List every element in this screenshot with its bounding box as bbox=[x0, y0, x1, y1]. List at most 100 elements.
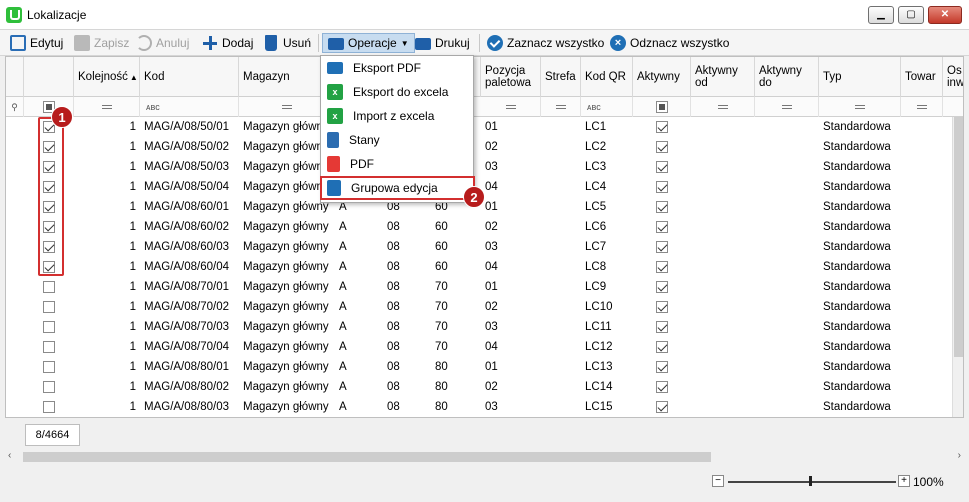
col-active-to[interactable]: Aktywny do bbox=[755, 57, 819, 97]
row-checkbox[interactable] bbox=[43, 401, 55, 413]
table-row[interactable]: 1 MAG/A/08/60/04 Magazyn główny A 08 60 04 LC8 S… bbox=[6, 257, 963, 277]
menu-item-pdf[interactable]: PDF bbox=[321, 152, 473, 176]
table-row[interactable]: 1 MAG/A/08/70/03 Magazyn główny A 08 70 03 LC11… bbox=[6, 317, 963, 337]
filter-product[interactable] bbox=[901, 97, 943, 117]
grid-header: Kolejność ▲ Kod Magazyn Pozycja paletowa … bbox=[6, 57, 963, 97]
filter-qr[interactable]: ᴀʙc bbox=[581, 97, 633, 117]
close-button[interactable]: ✕ bbox=[928, 6, 962, 24]
row-checkbox[interactable] bbox=[43, 361, 55, 373]
active-checkbox[interactable] bbox=[656, 361, 668, 373]
vertical-scrollbar[interactable] bbox=[952, 117, 963, 417]
select-all-button[interactable]: Zaznacz wszystko bbox=[487, 33, 604, 53]
cell-code: MAG/A/08/70/01 bbox=[144, 281, 230, 293]
minimize-button[interactable]: ▁ bbox=[868, 6, 894, 24]
print-button[interactable]: Drukuj bbox=[415, 33, 470, 53]
step-badge-1: 1 bbox=[51, 106, 73, 128]
cell-order: 1 bbox=[129, 261, 136, 273]
edit-button[interactable]: Edytuj bbox=[10, 33, 63, 53]
filter-pallet[interactable] bbox=[481, 97, 541, 117]
filter-active-to[interactable] bbox=[755, 97, 819, 117]
filter-order[interactable] bbox=[74, 97, 140, 117]
table-row[interactable]: 1 MAG/A/08/60/03 Magazyn główny A 08 60 03 LC7 S… bbox=[6, 237, 963, 257]
active-checkbox[interactable] bbox=[656, 261, 668, 273]
zoom-track[interactable] bbox=[728, 481, 896, 483]
add-button[interactable]: Dodaj bbox=[202, 33, 253, 53]
table-row[interactable]: 1 MAG/A/08/70/02 Magazyn główny A 08 70 02 LC10… bbox=[6, 297, 963, 317]
zoom-thumb[interactable] bbox=[809, 476, 812, 486]
scroll-thumb[interactable] bbox=[954, 117, 963, 357]
filter-type[interactable] bbox=[819, 97, 901, 117]
grid-footer: 8/4664 bbox=[5, 418, 964, 454]
col-zone[interactable]: Strefa bbox=[541, 57, 581, 97]
filter-active-from[interactable] bbox=[691, 97, 755, 117]
zoom-in-button[interactable]: + bbox=[898, 475, 910, 487]
scroll-left-icon[interactable]: ‹ bbox=[8, 450, 11, 461]
active-checkbox[interactable] bbox=[656, 121, 668, 133]
cell-type: Standardowa bbox=[823, 381, 891, 393]
menu-item-export-excel[interactable]: x Eksport do excela bbox=[321, 80, 473, 104]
app-icon bbox=[6, 7, 22, 23]
col-pallet[interactable]: Pozycja paletowa bbox=[481, 57, 541, 97]
zoom-out-button[interactable]: − bbox=[712, 475, 724, 487]
active-checkbox[interactable] bbox=[656, 201, 668, 213]
table-row[interactable]: 1 MAG/A/08/80/02 Magazyn główny A 08 80 02 LC14… bbox=[6, 377, 963, 397]
active-checkbox[interactable] bbox=[656, 281, 668, 293]
active-checkbox[interactable] bbox=[656, 401, 668, 413]
menu-item-import-excel[interactable]: x Import z excela bbox=[321, 104, 473, 128]
row-checkbox[interactable] bbox=[43, 301, 55, 313]
operations-button[interactable]: Operacje ▼ bbox=[322, 33, 415, 53]
col-qr[interactable]: Kod QR bbox=[581, 57, 633, 97]
col-order[interactable]: Kolejność ▲ bbox=[74, 57, 140, 97]
active-checkbox[interactable] bbox=[656, 161, 668, 173]
table-row[interactable]: 1 MAG/A/08/50/02 Magazyn główny 02 LC2 Standa… bbox=[6, 137, 963, 157]
cell-type: Standardowa bbox=[823, 181, 891, 193]
active-checkbox[interactable] bbox=[656, 381, 668, 393]
maximize-button[interactable]: ▢ bbox=[898, 6, 924, 24]
save-button[interactable]: Zapisz bbox=[74, 33, 129, 53]
menu-item-stock[interactable]: Stany bbox=[321, 128, 473, 152]
col-active[interactable]: Aktywny bbox=[633, 57, 691, 97]
delete-button[interactable]: Usuń bbox=[263, 33, 311, 53]
row-checkbox[interactable] bbox=[43, 381, 55, 393]
scroll-right-icon[interactable]: › bbox=[958, 450, 961, 461]
active-checkbox[interactable] bbox=[656, 241, 668, 253]
active-checkbox[interactable] bbox=[656, 181, 668, 193]
horizontal-scrollbar[interactable]: ‹ › bbox=[5, 450, 964, 464]
table-row[interactable]: 1 MAG/A/08/80/01 Magazyn główny A 08 80 01 LC13… bbox=[6, 357, 963, 377]
filter-code[interactable]: ᴀʙc bbox=[140, 97, 239, 117]
equals-icon bbox=[717, 105, 728, 109]
active-checkbox[interactable] bbox=[656, 341, 668, 353]
hscroll-thumb[interactable] bbox=[23, 452, 711, 462]
row-checkbox[interactable] bbox=[43, 341, 55, 353]
active-checkbox[interactable] bbox=[656, 141, 668, 153]
table-row[interactable]: 1 MAG/A/08/70/01 Magazyn główny A 08 70 01 LC9 S… bbox=[6, 277, 963, 297]
active-checkbox[interactable] bbox=[656, 221, 668, 233]
cell-c3: 70 bbox=[435, 341, 448, 353]
table-row[interactable]: 1 MAG/A/08/50/03 Magazyn główny 03 LC3 Standa… bbox=[6, 157, 963, 177]
folder-icon bbox=[328, 38, 344, 50]
row-checkbox[interactable] bbox=[43, 321, 55, 333]
active-checkbox[interactable] bbox=[656, 321, 668, 333]
filter-active-checkbox[interactable] bbox=[655, 101, 668, 113]
table-row[interactable]: 1 MAG/A/08/50/01 Magazyn główny 01 LC1 Standa… bbox=[6, 117, 963, 137]
row-checkbox[interactable] bbox=[43, 281, 55, 293]
col-active-from[interactable]: Aktywny od bbox=[691, 57, 755, 97]
table-row[interactable]: 1 MAG/A/08/80/03 Magazyn główny A 08 80 03 LC15… bbox=[6, 397, 963, 417]
deselect-all-button[interactable]: × Odznacz wszystko bbox=[610, 33, 729, 53]
cell-qr: LC11 bbox=[585, 321, 612, 333]
cell-code: MAG/A/08/60/01 bbox=[144, 201, 230, 213]
cancel-button[interactable]: Anuluj bbox=[136, 33, 189, 53]
col-code[interactable]: Kod bbox=[140, 57, 239, 97]
menu-item-export-pdf[interactable]: Eksport PDF bbox=[321, 56, 473, 80]
filter-zone[interactable] bbox=[541, 97, 581, 117]
table-row[interactable]: 1 MAG/A/08/60/02 Magazyn główny A 08 60 02 LC6 S… bbox=[6, 217, 963, 237]
save-icon bbox=[74, 35, 90, 51]
cell-code: MAG/A/08/50/02 bbox=[144, 141, 230, 153]
active-checkbox[interactable] bbox=[656, 301, 668, 313]
cell-warehouse: Magazyn główny bbox=[243, 301, 329, 313]
col-product[interactable]: Towar bbox=[901, 57, 943, 97]
table-row[interactable]: 1 MAG/A/08/70/04 Magazyn główny A 08 70 04 LC12… bbox=[6, 337, 963, 357]
filter-active[interactable] bbox=[633, 97, 691, 117]
col-inventory[interactable]: Os inw bbox=[943, 57, 963, 97]
col-type[interactable]: Typ bbox=[819, 57, 901, 97]
